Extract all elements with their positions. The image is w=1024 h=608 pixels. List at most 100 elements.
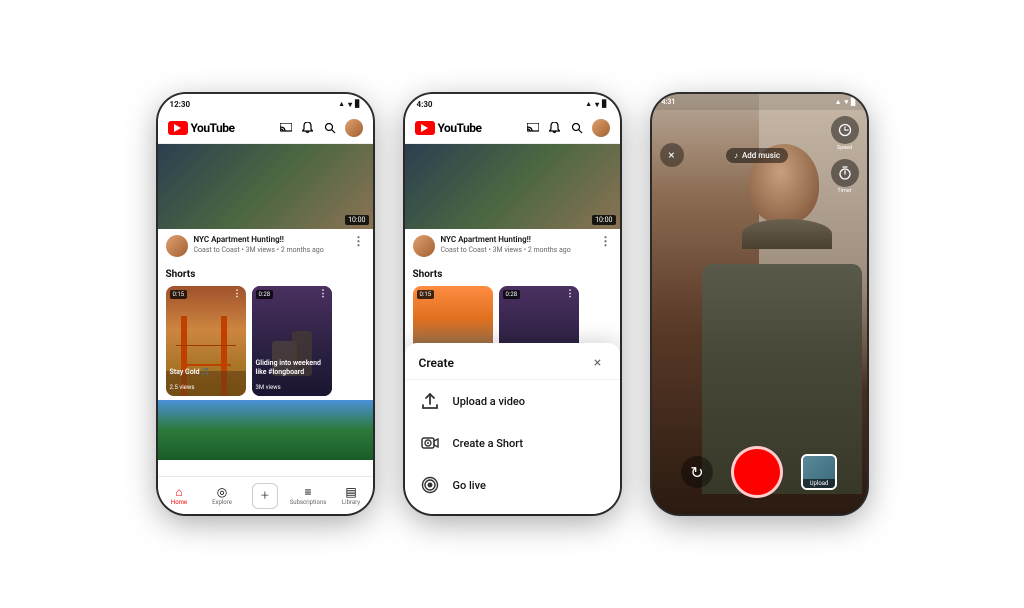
camera-wifi-icon: ▾ bbox=[845, 98, 849, 106]
short-title-1: Stay Gold 🎵 bbox=[170, 368, 242, 376]
wifi-icon-1: ▾ bbox=[348, 100, 352, 109]
nav-home-1[interactable]: ⌂ Home bbox=[158, 477, 201, 514]
record-button[interactable] bbox=[731, 446, 783, 498]
nav-subscriptions-1[interactable]: ≡ Subscriptions bbox=[287, 477, 330, 514]
channel-avatar-2 bbox=[413, 235, 435, 257]
video-duration-1: 10:00 bbox=[345, 215, 368, 225]
search-icon-1[interactable] bbox=[323, 121, 337, 135]
modal-header: Create × bbox=[405, 355, 620, 380]
featured-video-1: 10:00 bbox=[158, 144, 373, 229]
nav-subs-label-1: Subscriptions bbox=[290, 499, 327, 506]
live-icon bbox=[419, 474, 441, 496]
nav-explore-1[interactable]: ◎ Explore bbox=[201, 477, 244, 514]
video-meta-2: Coast to Coast • 3M views • 2 months ago bbox=[441, 246, 594, 254]
flip-camera-button[interactable]: ↻ bbox=[681, 456, 713, 488]
explore-icon-1: ◎ bbox=[217, 486, 227, 498]
battery-icon-2: ▊ bbox=[602, 100, 607, 108]
status-time-1: 12:30 bbox=[170, 100, 191, 109]
camera-time: 4:31 bbox=[662, 98, 676, 106]
camera-view: 4:31 ▲ ▾ ▊ × ♪ Add mus bbox=[652, 94, 867, 514]
featured-video-2: 10:00 bbox=[405, 144, 620, 229]
short-card-1[interactable]: 0:15 ⋮ Stay Gold 🎵 2.5 views bbox=[166, 286, 246, 396]
modal-close-button[interactable]: × bbox=[590, 355, 606, 371]
upload-section: Upload bbox=[801, 454, 837, 490]
library-icon-1: ▤ bbox=[345, 486, 356, 498]
upload-label: Upload bbox=[803, 479, 835, 488]
battery-icon-1: ▊ bbox=[355, 100, 360, 108]
phone-3: 4:31 ▲ ▾ ▊ × ♪ Add mus bbox=[652, 94, 867, 514]
upload-video-item[interactable]: Upload a video bbox=[405, 380, 620, 422]
create-modal: Create × Upload a video bbox=[405, 343, 620, 514]
camera-signal-icon: ▲ bbox=[835, 98, 842, 106]
nav-library-label-1: Library bbox=[342, 499, 360, 506]
short-duration-2a: 0:15 bbox=[417, 290, 435, 299]
camera-battery-icon: ▊ bbox=[851, 98, 856, 106]
short-card-2[interactable]: 0:28 ⋮ Gliding into weekend like #longbo… bbox=[252, 286, 332, 396]
create-plus-icon-1: + bbox=[252, 483, 278, 509]
youtube-logo-1: YouTube bbox=[168, 121, 235, 135]
short-more-icon-1[interactable]: ⋮ bbox=[233, 289, 242, 299]
search-icon-2[interactable] bbox=[570, 121, 584, 135]
create-short-item[interactable]: Create a Short bbox=[405, 422, 620, 464]
avatar-icon-2[interactable] bbox=[592, 119, 610, 137]
youtube-logo-text-1: YouTube bbox=[191, 121, 235, 135]
shorts-row-1: 0:15 ⋮ Stay Gold 🎵 2.5 views bbox=[166, 286, 365, 396]
add-music-button[interactable]: ♪ Add music bbox=[726, 148, 788, 163]
status-icons-2: ▲ ▾ ▊ bbox=[585, 100, 607, 109]
nature-thumb-1 bbox=[158, 400, 373, 460]
short-views-2: 3M views bbox=[256, 384, 281, 391]
nav-home-label-1: Home bbox=[171, 499, 187, 506]
close-x-icon: × bbox=[668, 148, 674, 162]
video-more-icon-1[interactable]: ⋮ bbox=[353, 235, 365, 247]
header-icons-1 bbox=[279, 119, 363, 137]
short-thumb-1: 0:15 ⋮ Stay Gold 🎵 2.5 views bbox=[166, 286, 246, 396]
cast-icon-2[interactable] bbox=[526, 121, 540, 135]
camera-close-button[interactable]: × bbox=[660, 143, 684, 167]
youtube-header-2: YouTube bbox=[405, 112, 620, 144]
video-info-row-2: NYC Apartment Hunting!! Coast to Coast •… bbox=[405, 229, 620, 263]
youtube-logo-icon-2 bbox=[415, 121, 435, 135]
video-more-icon-2[interactable]: ⋮ bbox=[600, 235, 612, 247]
shorts-section-1: Shorts 0:15 ⋮ Stay Gold bbox=[158, 263, 373, 400]
cast-icon-1[interactable] bbox=[279, 121, 293, 135]
youtube-header-1: YouTube bbox=[158, 112, 373, 144]
short-thumb-2: 0:28 ⋮ Gliding into weekend like #longbo… bbox=[252, 286, 332, 396]
youtube-logo-text-2: YouTube bbox=[438, 121, 482, 135]
speed-control[interactable]: Speed bbox=[831, 116, 859, 151]
shorts-title-2: Shorts bbox=[413, 269, 612, 280]
modal-title: Create bbox=[419, 356, 454, 370]
upload-icon bbox=[419, 390, 441, 412]
timer-button bbox=[831, 159, 859, 187]
go-live-item[interactable]: Go live bbox=[405, 464, 620, 506]
create-short-label: Create a Short bbox=[453, 437, 524, 450]
notification-icon-1[interactable] bbox=[301, 121, 315, 135]
timer-control[interactable]: Timer bbox=[831, 159, 859, 194]
home-icon-1: ⌂ bbox=[175, 486, 182, 498]
video-info-text-1: NYC Apartment Hunting!! Coast to Coast •… bbox=[194, 235, 347, 254]
timer-label: Timer bbox=[837, 188, 851, 194]
nav-library-1[interactable]: ▤ Library bbox=[330, 477, 373, 514]
short-duration-2: 0:28 bbox=[256, 290, 274, 299]
shorts-title-1: Shorts bbox=[166, 269, 365, 280]
phone-2: 4:30 ▲ ▾ ▊ YouTube bbox=[405, 94, 620, 514]
close-icon: × bbox=[594, 355, 601, 371]
bottom-nav-1: ⌂ Home ◎ Explore + ≡ Subscriptions ▤ Lib… bbox=[158, 476, 373, 514]
notification-icon-2[interactable] bbox=[548, 121, 562, 135]
flip-icon: ↻ bbox=[690, 463, 703, 482]
youtube-logo-icon-1 bbox=[168, 121, 188, 135]
avatar-icon-1[interactable] bbox=[345, 119, 363, 137]
scene: 12:30 ▲ ▾ ▊ YouTube bbox=[0, 0, 1024, 608]
upload-thumbnail[interactable]: Upload bbox=[801, 454, 837, 490]
signal-icon-1: ▲ bbox=[338, 100, 345, 108]
nav-create-1[interactable]: + bbox=[244, 477, 287, 514]
add-music-label: Add music bbox=[742, 151, 780, 160]
camera-bottom-bar: ↻ Upload bbox=[652, 446, 867, 498]
phone-1: 12:30 ▲ ▾ ▊ YouTube bbox=[158, 94, 373, 514]
short-title-2: Gliding into weekend like #longboard bbox=[256, 359, 328, 376]
short-more-2b[interactable]: ⋮ bbox=[566, 289, 575, 299]
status-time-2: 4:30 bbox=[417, 100, 433, 109]
go-live-label: Go live bbox=[453, 479, 486, 492]
camera-status-bar: 4:31 ▲ ▾ ▊ bbox=[652, 94, 867, 110]
short-more-icon-2[interactable]: ⋮ bbox=[319, 289, 328, 299]
signal-icon-2: ▲ bbox=[585, 100, 592, 108]
